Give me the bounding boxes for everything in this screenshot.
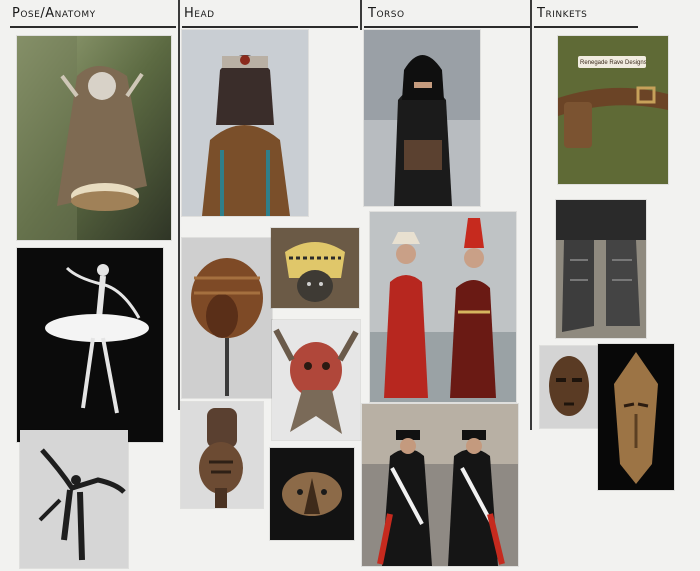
header-underline [10, 26, 176, 28]
column-header-trinkets: Trinkets [537, 6, 588, 21]
image-horned-mask[interactable] [272, 320, 360, 440]
image-red-robes[interactable] [370, 212, 516, 402]
moodboard: Pose/Anatomy Head Torso Trinkets Renegad… [0, 0, 700, 571]
image-ballerina[interactable] [17, 248, 163, 442]
image-carabinieri[interactable] [362, 404, 518, 566]
image-small-wooden-mask[interactable] [540, 346, 598, 428]
image-hooded-figure[interactable] [364, 30, 480, 206]
header-underline [182, 26, 358, 28]
image-carved-figure-mask[interactable] [181, 402, 263, 508]
image-dance-duo[interactable] [20, 430, 128, 568]
image-boots[interactable] [556, 200, 646, 338]
column-header-torso: Torso [368, 6, 405, 21]
column-divider [178, 0, 180, 410]
header-underline [534, 26, 638, 28]
column-header-head: Head [184, 6, 215, 21]
image-shaman-drum[interactable] [17, 36, 171, 240]
column-divider [530, 0, 532, 430]
column-divider [360, 0, 362, 30]
image-long-wooden-mask[interactable] [598, 344, 674, 490]
image-leather-belt[interactable]: Renegade Rave Designs [558, 36, 668, 184]
image-mongolian-headdress[interactable] [182, 30, 308, 216]
image-tribal-mask-woven[interactable] [182, 238, 272, 398]
image-beak-mask[interactable] [270, 448, 354, 540]
column-header-pose-anatomy: Pose/Anatomy [12, 6, 96, 21]
image-beaded-mask[interactable] [271, 228, 359, 308]
belt-tag-text: Renegade Rave Designs [580, 60, 646, 66]
header-underline [364, 26, 530, 28]
